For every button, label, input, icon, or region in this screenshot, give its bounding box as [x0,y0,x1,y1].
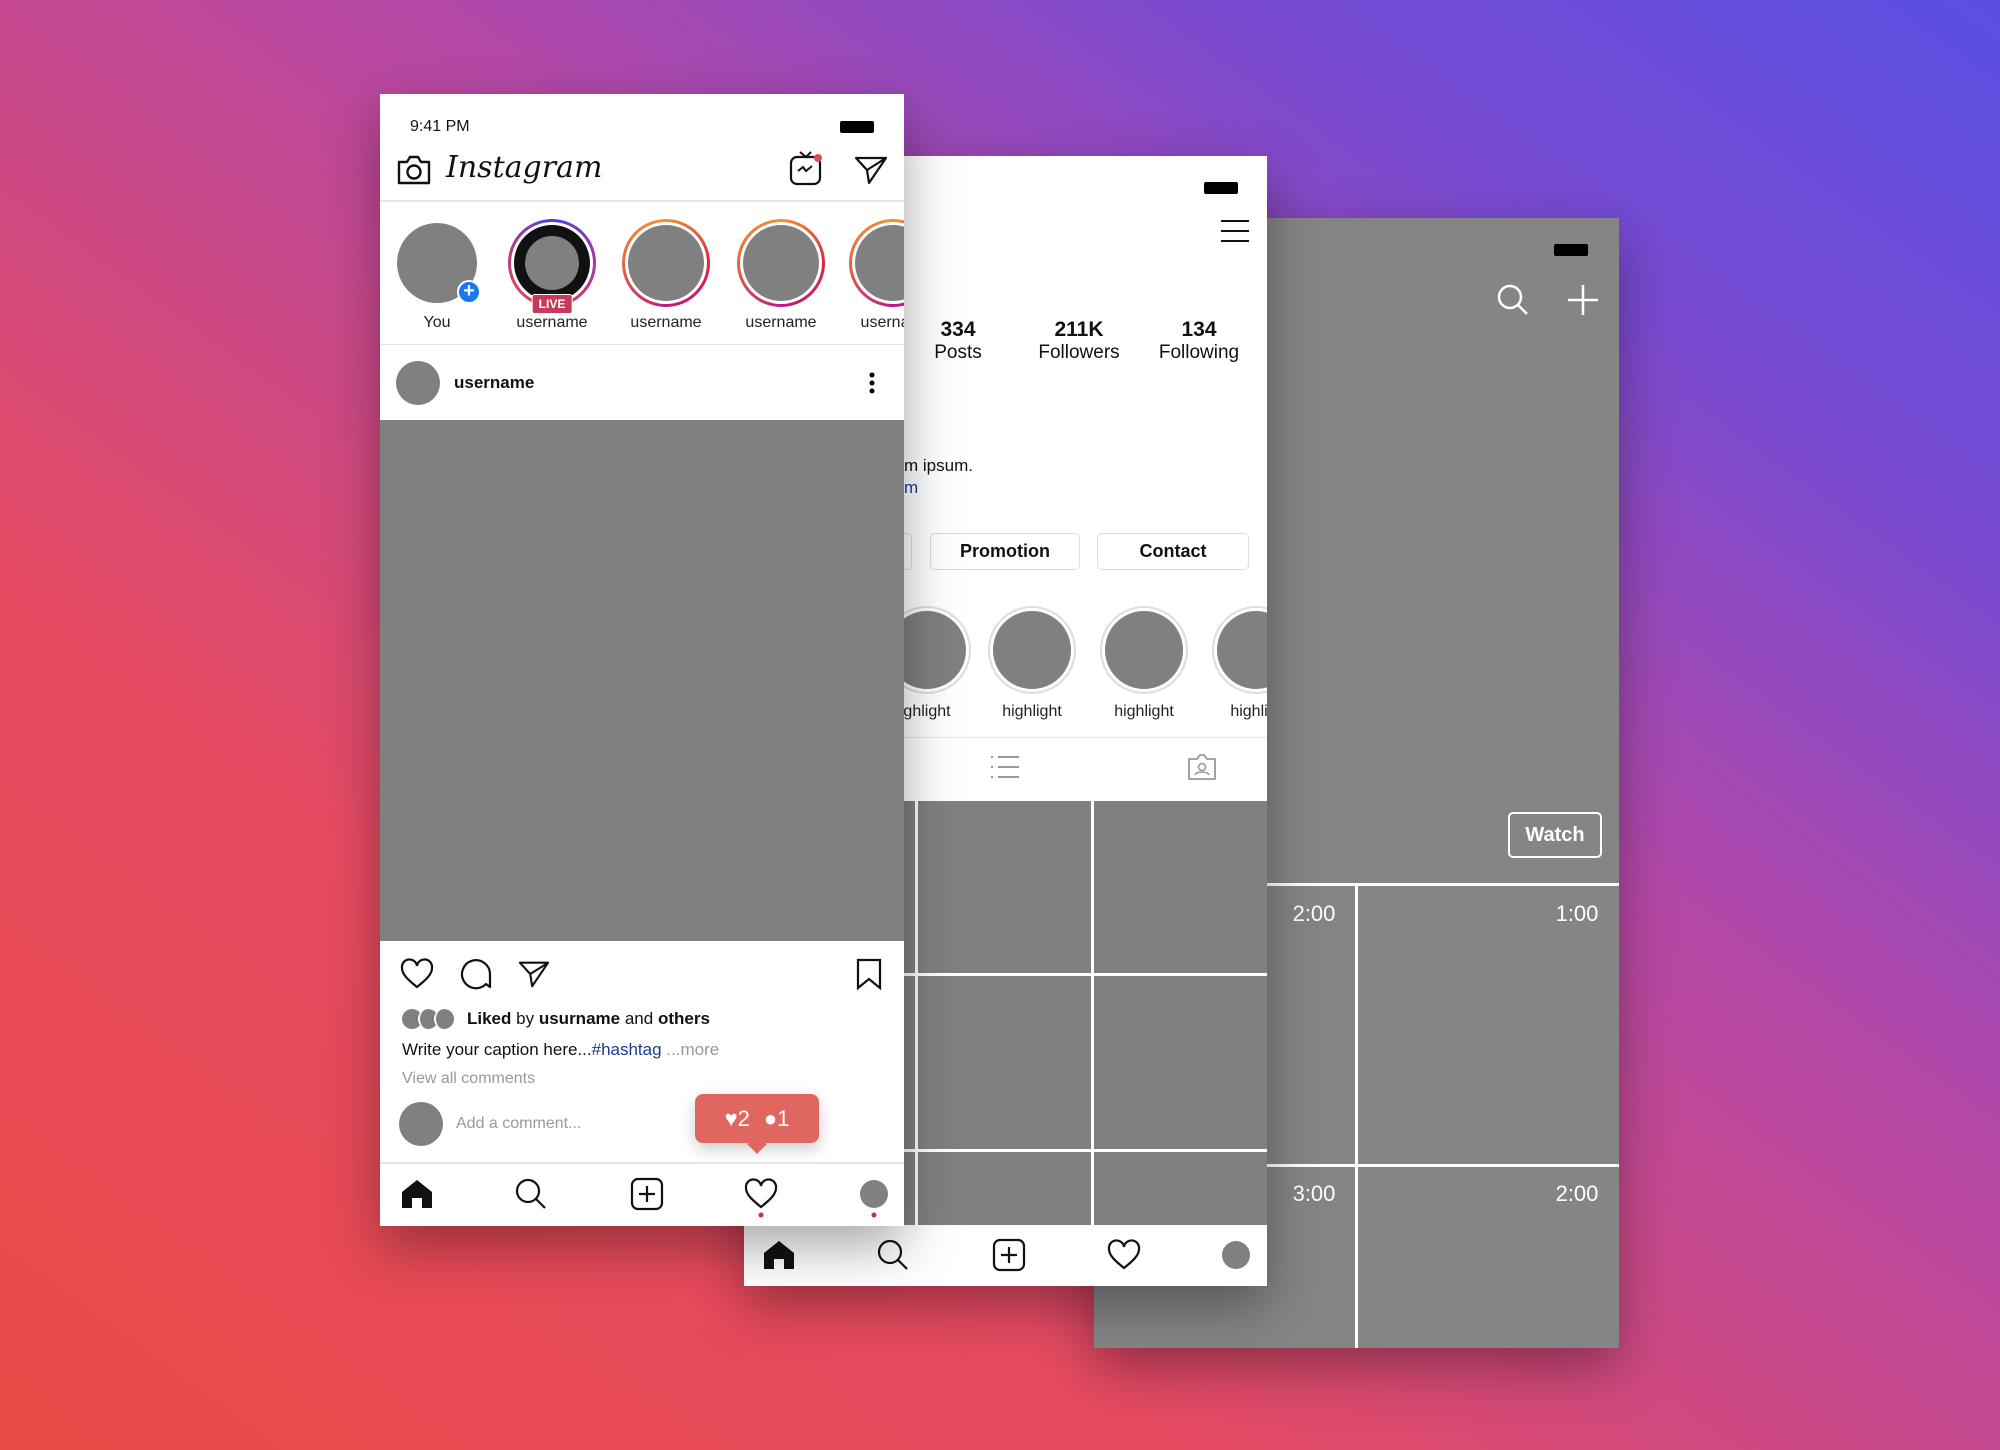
story[interactable] [849,219,904,307]
likes-count: ♥2 [724,1105,750,1131]
video-duration: 2:00 [1292,901,1336,926]
video-duration: 2:00 [1555,1181,1599,1206]
more-link[interactable]: ...more [662,1040,719,1059]
live-badge: LIVE [531,294,573,314]
story-label: username [516,314,588,331]
story[interactable] [622,219,710,307]
bio-text: m ipsum. [904,456,973,475]
caption: Write your caption here...#hashtag ...mo… [402,1040,720,1059]
camera-icon[interactable] [396,154,432,186]
feed-screen: 9:41 PM Instagram + LIVE You username us… [380,94,904,1226]
profile-dot [871,1212,877,1218]
new-post-icon[interactable] [630,1177,664,1211]
battery-icon [1204,182,1238,194]
divider [380,200,904,202]
tagged-icon[interactable] [1187,753,1217,781]
highlight[interactable] [990,608,1074,692]
share-icon[interactable] [518,959,550,989]
promotion-button[interactable]: Promotion [930,533,1080,570]
activity-dot [758,1212,764,1218]
stat-following[interactable]: 134 Following [1159,318,1239,364]
status-time: 9:41 PM [410,118,470,135]
igtv-icon[interactable] [789,150,823,186]
home-icon[interactable] [762,1239,796,1271]
battery-icon [840,121,874,133]
comment-icon[interactable] [460,957,494,991]
highlight-label: highlight [1114,703,1174,720]
more-options-icon[interactable] [869,372,875,394]
menu-icon[interactable] [1220,219,1250,243]
direct-message-icon[interactable] [854,155,888,185]
bookmark-icon[interactable] [856,958,882,990]
video-duration: 1:00 [1555,901,1599,926]
story-label: username [745,314,817,331]
liked-avatars [402,1009,454,1029]
plus-icon[interactable] [1565,282,1601,318]
divider [380,1162,904,1164]
post-image[interactable] [380,420,904,941]
stat-followers[interactable]: 211K Followers [1038,318,1119,364]
profile-avatar[interactable] [1222,1241,1250,1269]
activity-icon[interactable] [744,1178,778,1210]
story[interactable] [737,219,825,307]
story-label: username [630,314,702,331]
profile-avatar[interactable] [860,1180,888,1208]
liked-by-text: Liked by usurname and others [467,1009,710,1028]
contact-button[interactable]: Contact [1097,533,1249,570]
activity-notification[interactable]: ♥2 ●1 [695,1094,819,1154]
watch-button[interactable]: Watch [1508,812,1602,858]
hashtag-link[interactable]: #hashtag [592,1040,662,1059]
view-all-comments-link[interactable]: View all comments [402,1070,535,1088]
highlight-label: highlight [1002,703,1062,720]
post-avatar[interactable] [396,361,440,405]
comment-input[interactable]: Add a comment... [456,1115,581,1133]
highlight-label: highli [1230,703,1267,720]
bio-link[interactable]: m [904,478,918,498]
search-icon[interactable] [1495,282,1531,318]
post-username[interactable]: username [454,373,534,393]
story-label: userna [860,314,904,331]
highlight[interactable] [1102,608,1186,692]
search-icon[interactable] [876,1238,910,1272]
highlight[interactable] [1214,608,1267,692]
search-icon[interactable] [514,1177,548,1211]
activity-icon[interactable] [1107,1239,1141,1271]
comments-count: ●1 [763,1105,790,1131]
story-label: You [423,314,451,331]
divider [1355,883,1358,1348]
battery-icon [1554,244,1588,256]
stat-posts[interactable]: 334 Posts [934,318,982,364]
video-duration: 3:00 [1292,1181,1336,1206]
list-view-icon[interactable] [990,755,1020,779]
add-story-icon[interactable]: + [457,280,481,304]
instagram-logo: Instagram [446,150,603,185]
home-icon[interactable] [400,1178,434,1210]
divider [380,344,904,345]
commenter-avatar [399,1102,443,1146]
bottom-nav [744,1225,1267,1286]
like-icon[interactable] [399,958,435,990]
highlight-label: ghlight [903,703,951,720]
new-post-icon[interactable] [992,1238,1026,1272]
